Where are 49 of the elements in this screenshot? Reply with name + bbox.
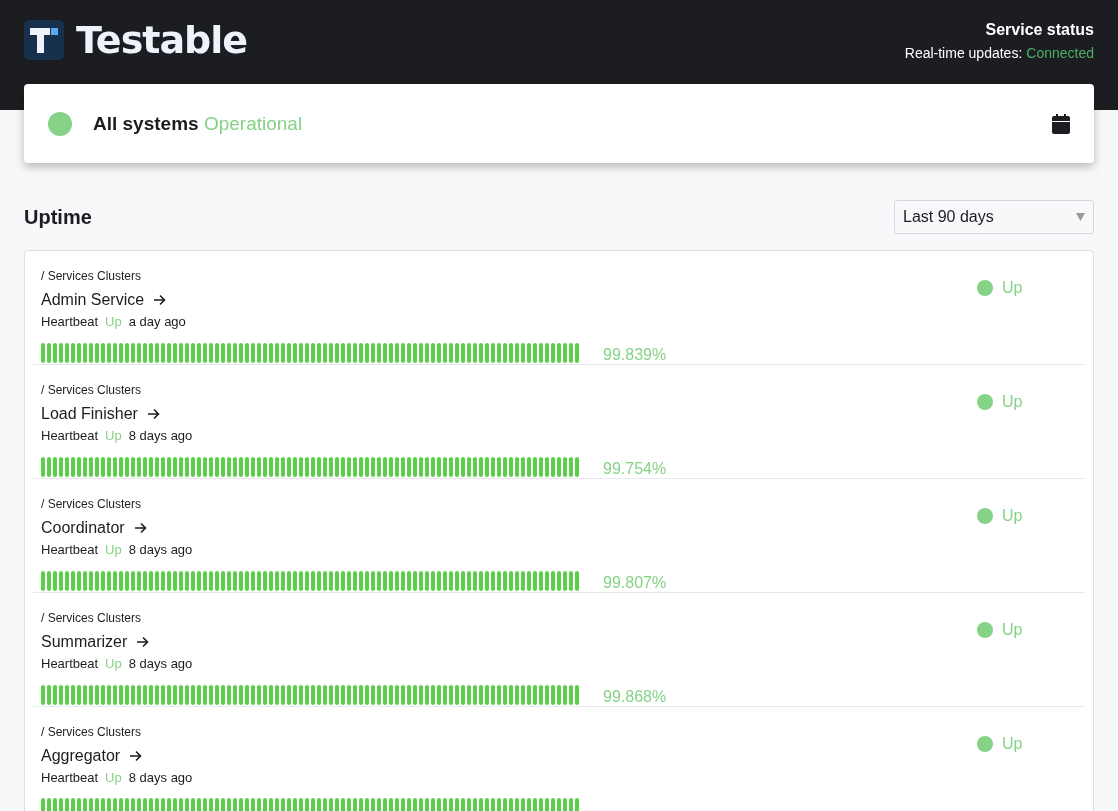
calendar-icon[interactable] [1052, 113, 1070, 134]
connection-status: Connected [1026, 45, 1094, 61]
group-path: / Services Clusters [41, 383, 143, 397]
last-seen-time: 8 days ago [128, 656, 193, 672]
logo-icon [24, 20, 64, 60]
heartbeat-status: Up [105, 314, 122, 330]
heartbeat-label: Heartbeat [41, 314, 99, 330]
uptime-percentage: 99.868% [603, 688, 667, 706]
heartbeat-label: Heartbeat [41, 428, 99, 444]
service-status: Up [1002, 279, 1023, 297]
service-status: Up [1002, 507, 1023, 525]
service-link[interactable]: Load Finisher [41, 404, 667, 424]
section-title: Uptime [24, 205, 92, 229]
heartbeat-status: Up [105, 428, 122, 444]
service-link[interactable]: Admin Service [41, 290, 667, 310]
heartbeat-label: Heartbeat [41, 542, 99, 558]
heartbeat-status: Up [105, 770, 122, 786]
group-path: / Services Clusters [41, 725, 143, 739]
service-status: Up [1002, 735, 1023, 753]
group-path: / Services Clusters [41, 269, 143, 283]
service-status: Up [1002, 621, 1023, 639]
arrow-icon [146, 408, 160, 420]
last-seen-time: 8 days ago [128, 428, 193, 444]
heartbeat-label: Heartbeat [41, 656, 99, 672]
range-select[interactable]: Last 90 days [894, 200, 1094, 234]
page-title: Service status [985, 21, 1094, 39]
service-link[interactable]: Aggregator [41, 746, 579, 766]
service-link[interactable]: Summarizer [41, 632, 667, 652]
uptime-percentage: 99.839% [603, 346, 667, 364]
arrow-icon [133, 522, 147, 534]
arrow-icon [136, 636, 150, 648]
uptime-percentage: 99.807% [603, 574, 667, 592]
heartbeat-status: Up [105, 542, 122, 558]
caret-icon [1076, 213, 1085, 221]
last-seen-time: a day ago [128, 314, 186, 330]
group-path: / Services Clusters [41, 497, 143, 511]
brand-name: Testable [76, 18, 248, 62]
group-path: / Services Clusters [41, 611, 143, 625]
heartbeat-label: Heartbeat [41, 770, 99, 786]
service-status: Up [1002, 393, 1023, 411]
system-status-text: All systems Operational [93, 112, 304, 135]
uptime-percentage: 99.754% [603, 460, 667, 478]
realtime-label: Real-time updates: [904, 45, 1023, 61]
last-seen-time: 8 days ago [128, 770, 193, 786]
heartbeat-status: Up [105, 656, 122, 672]
last-seen-time: 8 days ago [128, 542, 193, 558]
arrow-icon [129, 750, 143, 762]
service-link[interactable]: Coordinator [41, 518, 667, 538]
arrow-icon [153, 294, 167, 306]
